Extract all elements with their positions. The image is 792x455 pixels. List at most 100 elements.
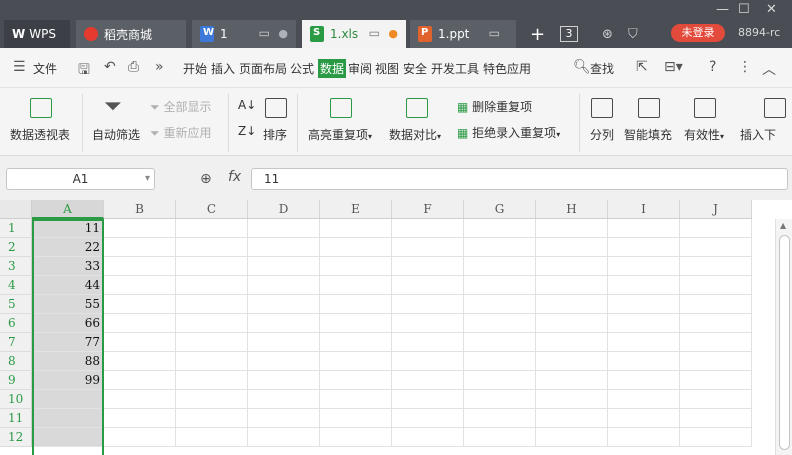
table-cell[interactable]: 88 [32,352,104,371]
table-cell[interactable] [608,390,680,409]
sort-descending-icon[interactable]: Z↓ [238,124,256,138]
row-header[interactable]: 8 [0,352,32,371]
table-cell[interactable] [248,428,320,447]
table-cell[interactable] [536,333,608,352]
table-cell[interactable] [176,238,248,257]
column-header-f[interactable]: F [392,200,464,219]
table-cell[interactable]: 66 [32,314,104,333]
menu-features[interactable]: 特色应用 [483,60,531,77]
table-cell[interactable] [176,295,248,314]
table-cell[interactable] [680,295,752,314]
table-cell[interactable] [608,352,680,371]
table-cell[interactable] [320,295,392,314]
highlight-duplicates-icon[interactable] [330,98,352,118]
row-header[interactable]: 11 [0,409,32,428]
validity-icon[interactable] [694,98,716,118]
table-cell[interactable] [680,238,752,257]
table-cell[interactable] [320,314,392,333]
table-cell[interactable] [176,390,248,409]
table-cell[interactable] [608,314,680,333]
table-cell[interactable] [320,276,392,295]
insert-dropdown-icon[interactable] [764,98,786,118]
table-cell[interactable] [464,390,536,409]
table-cell[interactable] [248,295,320,314]
tab-document-1[interactable]: W 1 ▭ ● [192,20,296,48]
table-cell[interactable] [464,371,536,390]
table-cell[interactable] [248,352,320,371]
table-cell[interactable] [176,333,248,352]
table-cell[interactable] [680,333,752,352]
table-cell[interactable] [608,371,680,390]
table-cell[interactable] [248,257,320,276]
table-cell[interactable] [176,371,248,390]
table-cell[interactable] [320,219,392,238]
table-cell[interactable] [464,314,536,333]
table-cell[interactable] [536,238,608,257]
table-cell[interactable] [176,352,248,371]
table-cell[interactable] [248,276,320,295]
tab-ppt[interactable]: P 1.ppt ▭ [410,20,516,48]
table-cell[interactable]: 55 [32,295,104,314]
table-cell[interactable] [464,238,536,257]
table-cell[interactable] [104,295,176,314]
table-cell[interactable] [392,314,464,333]
table-cell[interactable] [536,314,608,333]
table-cell[interactable] [320,409,392,428]
table-cell[interactable] [248,390,320,409]
table-cell[interactable] [320,257,392,276]
table-cell[interactable] [176,314,248,333]
table-cell[interactable] [248,219,320,238]
table-cell[interactable] [104,333,176,352]
table-cell[interactable] [680,409,752,428]
table-cell[interactable] [536,295,608,314]
column-header-g[interactable]: G [464,200,536,219]
table-cell[interactable] [608,276,680,295]
menu-developer[interactable]: 开发工具 [431,60,479,77]
table-cell[interactable] [536,352,608,371]
add-tab-icon[interactable]: + [530,24,545,45]
table-cell[interactable] [320,428,392,447]
tab-mall[interactable]: 稻壳商城 [76,20,186,48]
column-header-b[interactable]: B [104,200,176,219]
column-header-e[interactable]: E [320,200,392,219]
table-cell[interactable] [32,390,104,409]
table-cell[interactable]: 33 [32,257,104,276]
table-cell[interactable] [608,428,680,447]
table-cell[interactable] [536,390,608,409]
scroll-thumb[interactable] [779,235,790,450]
table-cell[interactable] [464,257,536,276]
sort-ascending-icon[interactable]: A↓ [238,98,256,112]
column-header-c[interactable]: C [176,200,248,219]
row-header[interactable]: 2 [0,238,32,257]
save-icon[interactable]: 🖫 [78,59,90,83]
table-cell[interactable] [392,238,464,257]
table-cell[interactable] [176,409,248,428]
row-header[interactable]: 6 [0,314,32,333]
row-header[interactable]: 7 [0,333,32,352]
table-cell[interactable] [464,333,536,352]
table-cell[interactable] [680,390,752,409]
menu-insert[interactable]: 插入 [211,60,235,77]
formula-input[interactable]: 11 [251,168,788,190]
smart-fill-button[interactable]: 智能填充 [624,126,672,143]
table-cell[interactable] [464,295,536,314]
table-cell[interactable] [608,219,680,238]
menu-home[interactable]: 开始 [183,60,207,77]
table-cell[interactable] [464,276,536,295]
maximize-icon[interactable]: ☐ [738,2,750,17]
close-window-icon[interactable]: ✕ [766,2,777,17]
show-all-button[interactable]: ⏷ 全部显示 [150,98,211,115]
name-box[interactable]: A1 ▾ [6,168,155,190]
table-cell[interactable] [248,409,320,428]
menu-security[interactable]: 安全 [403,60,427,77]
table-cell[interactable] [464,352,536,371]
table-cell[interactable] [248,333,320,352]
table-cell[interactable] [680,219,752,238]
table-cell[interactable] [392,409,464,428]
table-cell[interactable] [104,219,176,238]
search-icon[interactable]: 🔍︎ [573,59,591,75]
table-cell[interactable] [464,409,536,428]
reapply-button[interactable]: ⏷ 重新应用 [150,124,211,141]
autofilter-button[interactable]: 自动筛选 [92,126,140,143]
data-compare-icon[interactable] [406,98,428,118]
